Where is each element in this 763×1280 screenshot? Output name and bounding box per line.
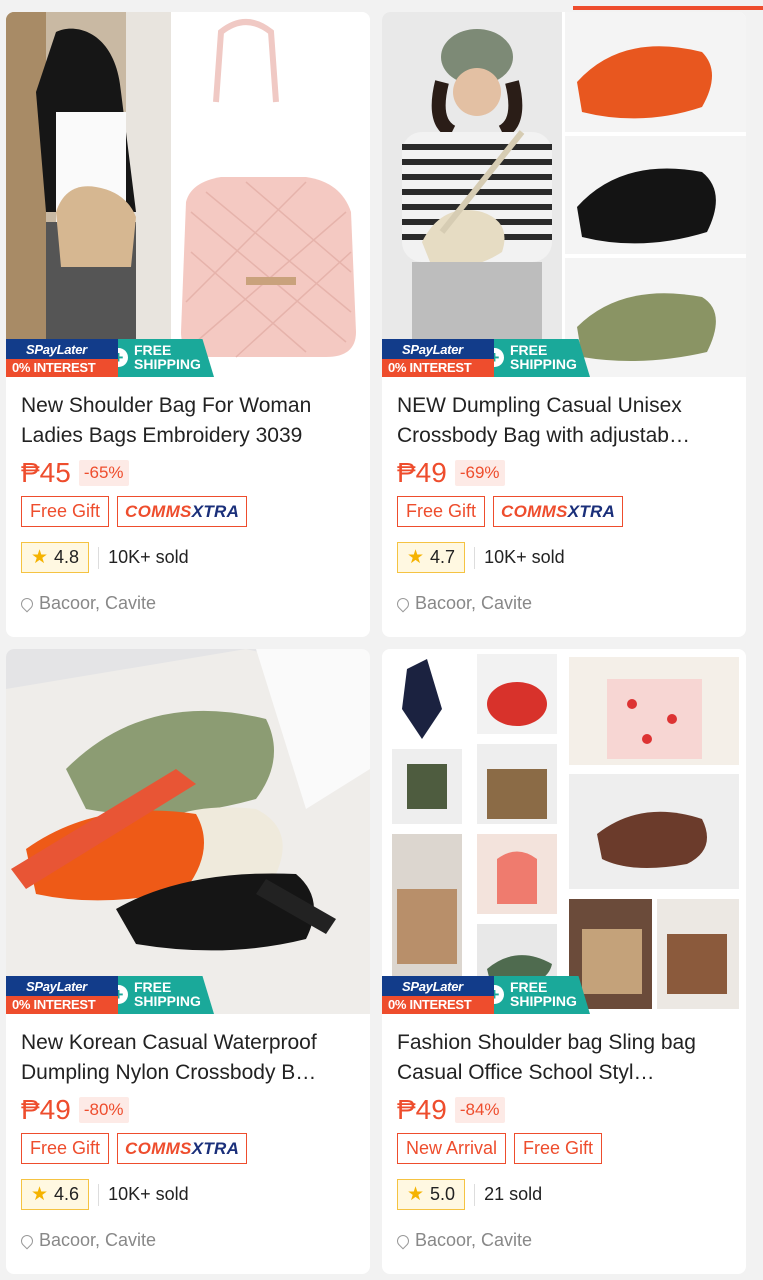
spaylater-label: SPayLater	[382, 339, 494, 359]
product-title[interactable]: Fashion Shoulder bag Sling bag Casual Of…	[397, 1028, 731, 1088]
product-card[interactable]: SPayLater 0% INTEREST + FREE SHIPPING Ne…	[6, 12, 370, 637]
top-tab-bar	[0, 0, 763, 12]
interest-label: 0% INTEREST	[6, 996, 118, 1014]
star-icon: ★	[31, 1184, 49, 1205]
tag-free-gift: Free Gift	[514, 1133, 603, 1164]
product-image[interactable]: SPayLater 0% INTEREST + FREE SHIPPING	[6, 649, 370, 1014]
interest-label: 0% INTEREST	[382, 996, 494, 1014]
tag-new-arrival: New Arrival	[397, 1133, 507, 1164]
sold-count: 10K+ sold	[108, 547, 189, 567]
rating-badge: ★ 4.8	[21, 542, 90, 573]
spaylater-badge: SPayLater 0% INTEREST	[6, 339, 118, 377]
divider	[98, 546, 100, 569]
promo-badges: SPayLater 0% INTEREST + FREE SHIPPING	[6, 976, 214, 1014]
tag-free-gift: Free Gift	[21, 496, 110, 527]
product-title[interactable]: New Korean Casual Waterproof Dumpling Ny…	[21, 1028, 355, 1088]
product-image[interactable]: SPayLater 0% INTEREST + FREE SHIPPING	[382, 649, 746, 1014]
shipping-label: SHIPPING	[134, 356, 201, 372]
promo-badges: SPayLater 0% INTEREST + FREE SHIPPING	[6, 339, 214, 377]
spaylater-badge: SPayLater 0% INTEREST	[382, 976, 494, 1014]
free-shipping-badge: + FREE SHIPPING	[494, 976, 590, 1014]
product-price: ₱45	[21, 457, 71, 488]
rating-badge: ★ 4.6	[21, 1179, 90, 1210]
product-card[interactable]: SPayLater 0% INTEREST + FREE SHIPPING Ne…	[6, 649, 370, 1274]
promo-badges: SPayLater 0% INTEREST + FREE SHIPPING	[382, 339, 590, 377]
free-label: FREE	[134, 342, 172, 358]
spaylater-badge: SPayLater 0% INTEREST	[6, 976, 118, 1014]
discount-badge: -69%	[454, 460, 505, 486]
star-icon: ★	[407, 547, 425, 568]
product-card[interactable]: SPayLater 0% INTEREST + FREE SHIPPING NE…	[382, 12, 746, 637]
sold-count: 10K+ sold	[108, 1184, 189, 1204]
rating-value: 4.8	[54, 547, 80, 567]
sold-count: 21 sold	[484, 1184, 543, 1204]
location-pin-icon	[394, 595, 412, 612]
free-shipping-badge: + FREE SHIPPING	[118, 339, 214, 377]
free-shipping-badge: + FREE SHIPPING	[494, 339, 590, 377]
location-pin-icon	[394, 1232, 412, 1249]
product-price: ₱49	[397, 457, 447, 488]
discount-badge: -80%	[78, 1097, 129, 1123]
star-icon: ★	[31, 547, 49, 568]
free-label: FREE	[510, 979, 548, 995]
shipping-label: SHIPPING	[134, 993, 201, 1009]
tag-free-gift: Free Gift	[397, 496, 486, 527]
shipping-label: SHIPPING	[510, 993, 577, 1009]
free-label: FREE	[134, 979, 172, 995]
tag-commsxtra: COMMSXTRA	[117, 496, 248, 527]
divider	[474, 1183, 476, 1206]
rating-value: 4.7	[430, 547, 456, 567]
tag-free-gift: Free Gift	[21, 1133, 110, 1164]
rating-value: 5.0	[430, 1184, 456, 1204]
shipping-label: SHIPPING	[510, 356, 577, 372]
divider	[474, 546, 476, 569]
tag-commsxtra: COMMSXTRA	[493, 496, 624, 527]
rating-badge: ★ 4.7	[397, 542, 466, 573]
product-price: ₱49	[397, 1094, 447, 1125]
location-pin-icon	[18, 1232, 36, 1249]
spaylater-label: SPayLater	[6, 339, 118, 359]
product-image[interactable]: SPayLater 0% INTEREST + FREE SHIPPING	[6, 12, 370, 377]
free-shipping-badge: + FREE SHIPPING	[118, 976, 214, 1014]
spaylater-label: SPayLater	[6, 976, 118, 996]
promo-badges: SPayLater 0% INTEREST + FREE SHIPPING	[382, 976, 590, 1014]
spaylater-label: SPayLater	[382, 976, 494, 996]
rating-badge: ★ 5.0	[397, 1179, 466, 1210]
location-label: Bacoor, Cavite	[39, 593, 157, 613]
spaylater-badge: SPayLater 0% INTEREST	[382, 339, 494, 377]
divider	[98, 1183, 100, 1206]
interest-label: 0% INTEREST	[382, 359, 494, 377]
location-label: Bacoor, Cavite	[39, 1230, 157, 1250]
location-label: Bacoor, Cavite	[415, 593, 533, 613]
sold-count: 10K+ sold	[484, 547, 565, 567]
product-title[interactable]: NEW Dumpling Casual Unisex Crossbody Bag…	[397, 391, 731, 451]
interest-label: 0% INTEREST	[6, 359, 118, 377]
location-pin-icon	[18, 595, 36, 612]
product-title[interactable]: New Shoulder Bag For Woman Ladies Bags E…	[21, 391, 355, 451]
discount-badge: -84%	[454, 1097, 505, 1123]
location-label: Bacoor, Cavite	[415, 1230, 533, 1250]
discount-badge: -65%	[78, 460, 129, 486]
free-label: FREE	[510, 342, 548, 358]
product-card[interactable]: SPayLater 0% INTEREST + FREE SHIPPING Fa…	[382, 649, 746, 1274]
product-image[interactable]: SPayLater 0% INTEREST + FREE SHIPPING	[382, 12, 746, 377]
active-tab-indicator	[573, 6, 763, 10]
product-price: ₱49	[21, 1094, 71, 1125]
rating-value: 4.6	[54, 1184, 80, 1204]
tag-commsxtra: COMMSXTRA	[117, 1133, 248, 1164]
star-icon: ★	[407, 1184, 425, 1205]
